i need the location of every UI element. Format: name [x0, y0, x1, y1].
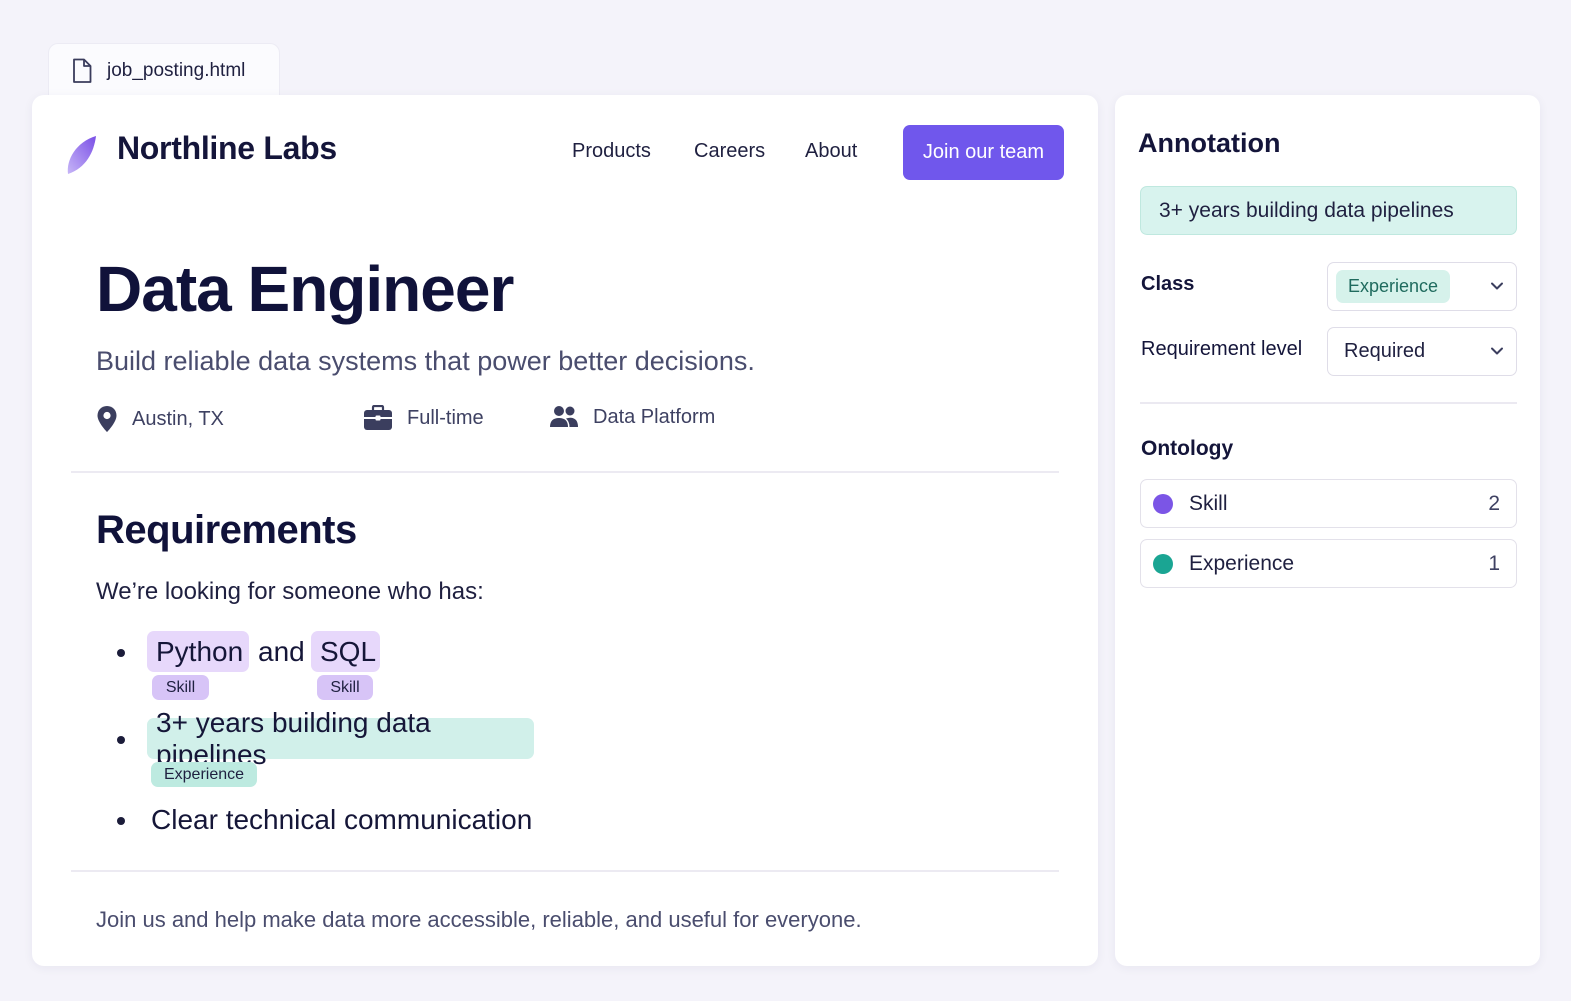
nav-about[interactable]: About — [805, 140, 857, 163]
chevron-down-icon — [1491, 347, 1503, 355]
ontology-item-name: Experience — [1189, 552, 1295, 575]
file-tab[interactable]: job_posting.html — [48, 43, 280, 97]
meta-team-text: Data Platform — [593, 405, 716, 428]
leaf-logo-icon — [67, 136, 96, 174]
requirements-heading: Requirements — [96, 508, 357, 552]
document-icon — [73, 58, 92, 83]
experience-color-dot — [1153, 554, 1173, 574]
footer-text: Join us and help make data more accessib… — [96, 907, 862, 932]
map-pin-icon — [97, 406, 117, 432]
skill-highlight-python[interactable]: Python — [147, 631, 249, 672]
file-tab-name: job_posting.html — [107, 59, 246, 81]
class-select[interactable]: Experience — [1327, 262, 1517, 311]
requirement-text-communication[interactable]: Clear technical communication — [151, 804, 532, 836]
bullet-dot — [117, 649, 125, 657]
class-value-chip: Experience — [1336, 270, 1451, 303]
nav-careers[interactable]: Careers — [694, 140, 765, 163]
job-title: Data Engineer — [96, 253, 514, 325]
requirement-level-label: Requirement level — [1141, 338, 1303, 360]
bullet-dot — [117, 736, 125, 744]
meta-type-text: Full-time — [407, 406, 484, 429]
briefcase-icon — [364, 405, 392, 430]
annotation-heading: Annotation — [1138, 128, 1281, 158]
requirement-level-value: Required — [1344, 340, 1426, 362]
skill-tag[interactable]: Skill — [152, 675, 209, 700]
skill-tag[interactable]: Skill — [317, 675, 373, 700]
users-icon — [550, 406, 578, 427]
chevron-down-icon — [1491, 282, 1503, 290]
meta-team: Data Platform — [549, 405, 715, 429]
ontology-heading: Ontology — [1141, 437, 1234, 460]
panel-divider — [1140, 402, 1517, 404]
section-divider — [71, 471, 1059, 473]
bullet-dot — [117, 817, 125, 825]
meta-location: Austin, TX — [96, 405, 224, 433]
join-our-team-button[interactable]: Join our team — [903, 125, 1064, 180]
meta-location-text: Austin, TX — [132, 407, 224, 430]
ontology-item-experience[interactable]: Experience 1 — [1140, 539, 1517, 588]
requirement-level-select[interactable]: Required — [1327, 327, 1517, 376]
ontology-item-name: Skill — [1189, 492, 1228, 515]
requirements-intro: We’re looking for someone who has: — [96, 578, 484, 605]
job-subtitle: Build reliable data systems that power b… — [96, 346, 755, 376]
section-divider — [71, 870, 1059, 872]
nav-products[interactable]: Products — [572, 140, 651, 163]
ontology-item-count: 2 — [1488, 492, 1500, 515]
requirement-text-and: and — [258, 636, 305, 667]
experience-highlight-pipelines[interactable]: 3+ years building data pipelines — [147, 707, 534, 770]
brand-name[interactable]: Northline Labs — [117, 130, 337, 167]
experience-tag[interactable]: Experience — [151, 762, 257, 787]
ontology-item-count: 1 — [1488, 552, 1500, 575]
meta-employment-type: Full-time — [363, 405, 484, 431]
skill-color-dot — [1153, 494, 1173, 514]
skill-highlight-sql[interactable]: SQL — [311, 631, 380, 672]
class-label: Class — [1141, 273, 1195, 295]
ontology-item-skill[interactable]: Skill 2 — [1140, 479, 1517, 528]
selected-span-text: 3+ years building data pipelines — [1140, 186, 1517, 235]
